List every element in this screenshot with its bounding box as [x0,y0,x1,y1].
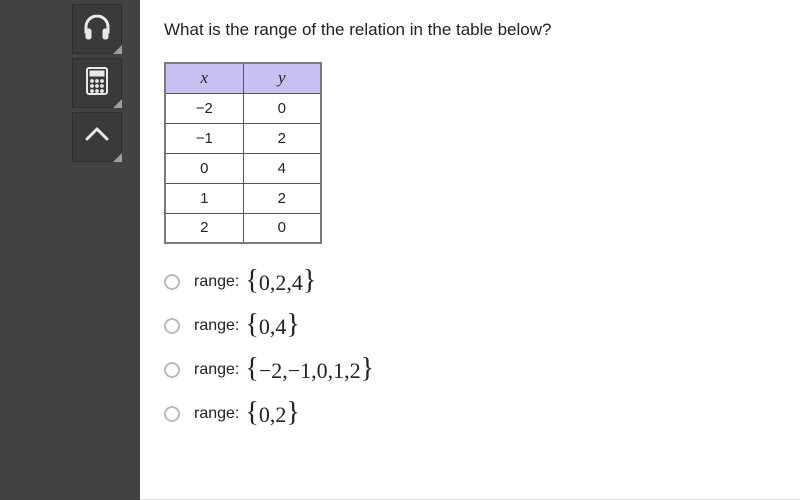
brace-close: } [286,397,299,428]
set-values: 0,2 [259,402,287,427]
table-row: 0 4 [165,153,321,183]
answer-option-1[interactable]: range: {0,2,4} [164,268,776,296]
cell-y: 4 [243,153,321,183]
brace-open: { [245,397,258,428]
table-row: 1 2 [165,183,321,213]
table-row: 2 0 [165,213,321,243]
set-notation: {0,2,4} [245,268,316,296]
table-row: −1 2 [165,123,321,153]
calculator-tool-button[interactable] [72,58,122,108]
cell-y: 0 [243,93,321,123]
set-values: 0,4 [259,314,287,339]
answer-options: range: {0,2,4} range: {0,4} range: {−2,−… [164,268,776,428]
option-label: range: {−2,−1,0,1,2} [194,356,374,384]
option-label: range: {0,4} [194,312,300,340]
cell-y: 2 [243,123,321,153]
table-header-x: x [165,63,243,93]
answer-option-2[interactable]: range: {0,4} [164,312,776,340]
table-header-y: y [243,63,321,93]
radio-icon [164,274,180,290]
table-row: −2 0 [165,93,321,123]
cell-x: −2 [165,93,243,123]
set-notation: {0,2} [245,400,299,428]
brace-open: { [245,309,258,340]
set-values: 0,2,4 [259,270,303,295]
radio-icon [164,362,180,378]
cell-x: −1 [165,123,243,153]
set-notation: {−2,−1,0,1,2} [245,356,374,384]
calculator-icon [81,65,113,102]
chevron-up-icon [81,119,113,156]
question-text: What is the range of the relation in the… [164,20,776,40]
headphones-icon [81,11,113,48]
brace-close: } [361,353,374,384]
radio-icon [164,406,180,422]
cell-x: 2 [165,213,243,243]
brace-close: } [286,309,299,340]
cell-y: 0 [243,213,321,243]
option-prefix: range: [194,405,239,423]
brace-open: { [245,265,258,296]
option-label: range: {0,2} [194,400,300,428]
audio-tool-button[interactable] [72,4,122,54]
cell-y: 2 [243,183,321,213]
relation-table: x y −2 0 −1 2 0 4 1 2 2 0 [164,62,322,244]
option-prefix: range: [194,317,239,335]
set-values: −2,−1,0,1,2 [259,358,361,383]
option-prefix: range: [194,273,239,291]
radio-icon [164,318,180,334]
cell-x: 1 [165,183,243,213]
brace-close: } [303,265,316,296]
cell-x: 0 [165,153,243,183]
collapse-tool-button[interactable] [72,112,122,162]
set-notation: {0,4} [245,312,299,340]
brace-open: { [245,353,258,384]
option-prefix: range: [194,361,239,379]
tool-sidebar [0,0,140,500]
answer-option-4[interactable]: range: {0,2} [164,400,776,428]
option-label: range: {0,2,4} [194,268,316,296]
question-panel: What is the range of the relation in the… [140,0,800,500]
answer-option-3[interactable]: range: {−2,−1,0,1,2} [164,356,776,384]
